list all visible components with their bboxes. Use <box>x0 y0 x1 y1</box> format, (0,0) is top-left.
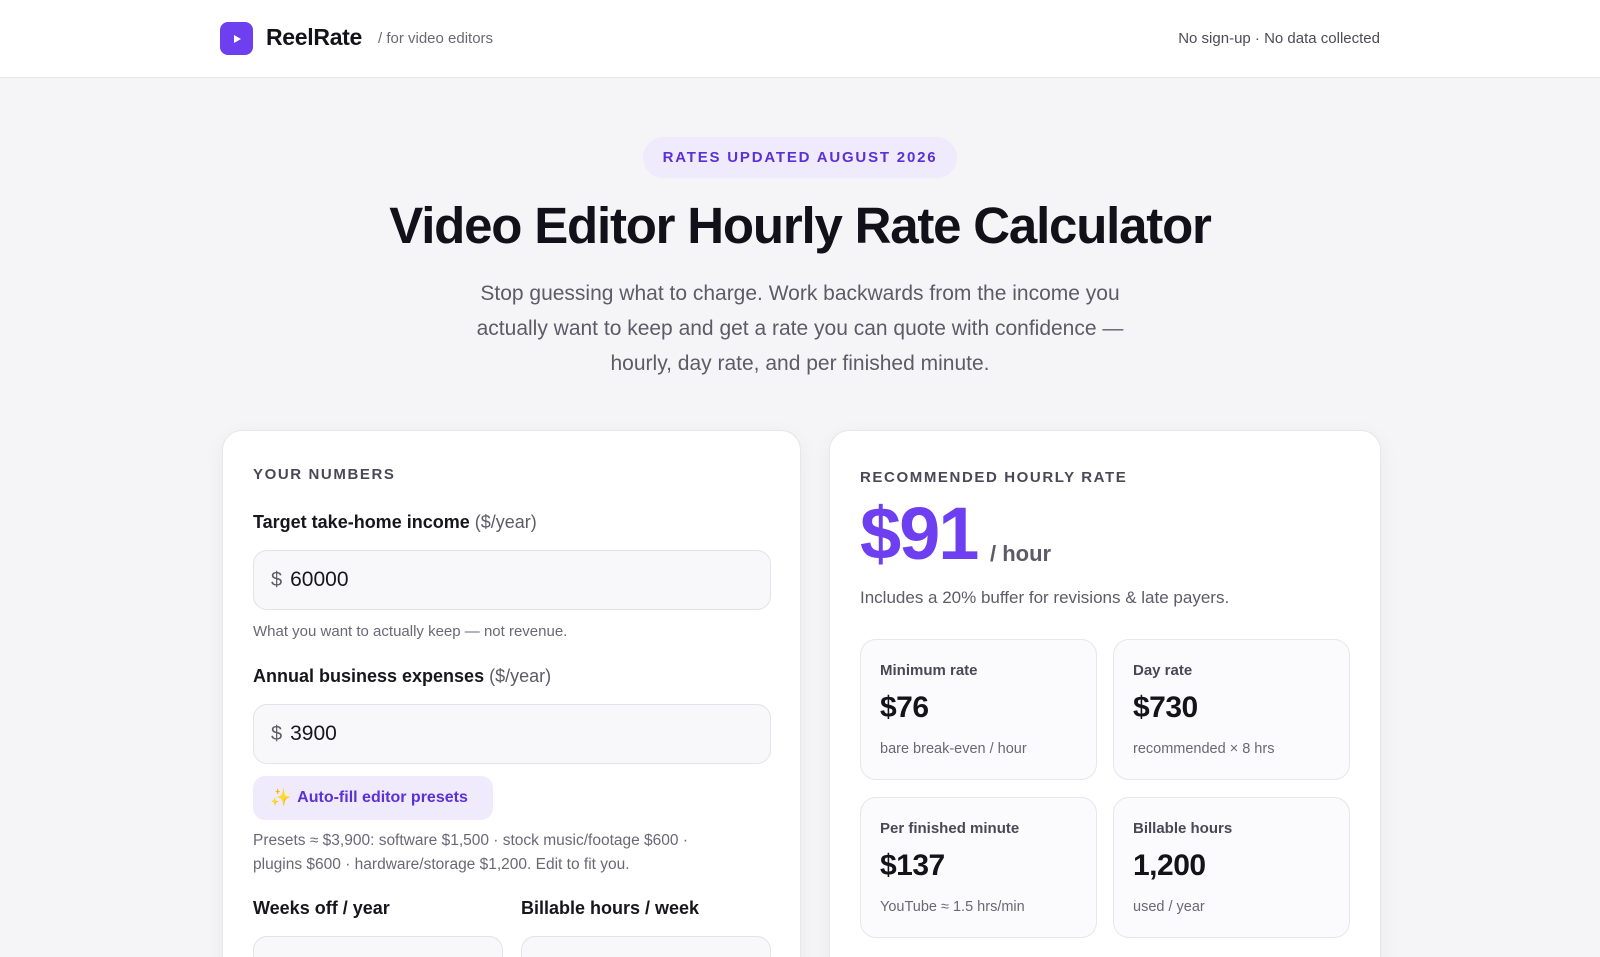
brand-name[interactable]: ReelRate <box>266 24 362 51</box>
stat-note: used / year <box>1133 899 1205 915</box>
currency-symbol: $ <box>271 722 283 745</box>
stat-card-minimum-rate: Minimum rate $76 bare break-even / hour <box>860 639 1097 780</box>
stat-note: bare break-even / hour <box>880 741 1027 757</box>
billable-hours-input[interactable] <box>521 936 771 957</box>
currency-symbol: $ <box>271 568 283 591</box>
income-input[interactable]: $ 60000 <box>253 550 771 610</box>
stat-value: $730 <box>1133 691 1198 724</box>
recommended-hourly-rate: $91 <box>860 492 979 575</box>
page-subtitle: Stop guessing what to charge. Work backw… <box>430 276 1170 381</box>
buffer-note: Includes a 20% buffer for revisions & la… <box>860 588 1230 607</box>
brand-logo[interactable] <box>220 22 253 55</box>
play-icon <box>233 34 241 43</box>
expenses-label-unit: ($/year) <box>489 666 552 686</box>
section-label-recommended-rate: RECOMMENDED HOURLY RATE <box>860 469 1128 486</box>
stat-card-per-finished-minute: Per finished minute $137 YouTube ≈ 1.5 h… <box>860 797 1097 938</box>
autofill-presets-button[interactable]: ✨ Auto-fill editor presets <box>253 776 493 820</box>
brand-tagline: / for video editors <box>378 30 494 47</box>
inputs-card: YOUR NUMBERS Target take-home income ($/… <box>222 430 801 957</box>
weeks-off-input[interactable] <box>253 936 503 957</box>
subtitle-line: Stop guessing what to charge. Work backw… <box>480 282 1120 305</box>
billable-hours-label: Billable hours / week <box>521 898 700 918</box>
stat-card-day-rate: Day rate $730 recommended × 8 hrs <box>1113 639 1350 780</box>
income-label: Target take-home income ($/year) <box>253 512 537 533</box>
stat-card-billable-hours: Billable hours 1,200 used / year <box>1113 797 1350 938</box>
stat-value: $76 <box>880 691 929 724</box>
stat-note: recommended × 8 hrs <box>1133 741 1275 757</box>
results-card: RECOMMENDED HOURLY RATE $91 / hour Inclu… <box>829 430 1381 957</box>
expenses-label-text: Annual business expenses <box>253 666 485 686</box>
presets-note-line: plugins $600 · hardware/storage $1,200. … <box>253 856 630 873</box>
stat-note: YouTube ≈ 1.5 hrs/min <box>880 899 1025 915</box>
privacy-note: No sign-up · No data collected <box>1178 30 1380 47</box>
page-title: Video Editor Hourly Rate Calculator <box>389 197 1212 254</box>
stat-value: $137 <box>880 849 945 882</box>
income-label-text: Target take-home income <box>253 512 470 532</box>
expenses-label: Annual business expenses ($/year) <box>253 666 551 687</box>
top-header: ReelRate / for video editors No sign-up … <box>0 0 1600 78</box>
presets-note-line: Presets ≈ $3,900: software $1,500 · stoc… <box>253 832 688 849</box>
income-value[interactable]: 60000 <box>290 568 348 592</box>
stat-label: Day rate <box>1133 662 1193 679</box>
presets-note: Presets ≈ $3,900: software $1,500 · stoc… <box>253 829 753 877</box>
sparkles-icon: ✨ <box>270 788 292 807</box>
stat-label: Billable hours <box>1133 820 1233 837</box>
expenses-value[interactable]: 3900 <box>290 722 337 746</box>
stat-value: 1,200 <box>1133 849 1206 882</box>
weeks-off-label: Weeks off / year <box>253 898 390 918</box>
rates-updated-badge: RATES UPDATED AUGUST 2026 <box>643 137 957 178</box>
expenses-input[interactable]: $ 3900 <box>253 704 771 764</box>
stat-label: Minimum rate <box>880 662 978 679</box>
stat-label: Per finished minute <box>880 820 1020 837</box>
rate-unit: / hour <box>990 541 1052 566</box>
section-label-your-numbers: YOUR NUMBERS <box>253 466 396 483</box>
subtitle-line: actually want to keep and get a rate you… <box>476 317 1124 340</box>
income-hint: What you want to actually keep — not rev… <box>253 623 568 640</box>
subtitle-line: hourly, day rate, and per finished minut… <box>610 352 990 375</box>
autofill-presets-label: Auto-fill editor presets <box>297 789 468 806</box>
income-label-unit: ($/year) <box>474 512 537 532</box>
